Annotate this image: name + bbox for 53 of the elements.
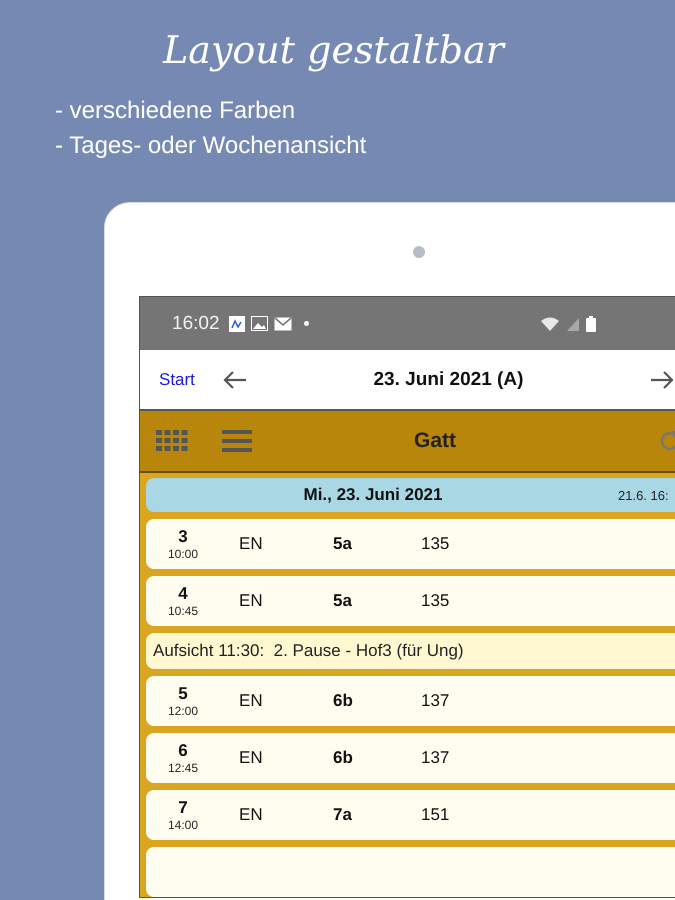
back-arrow-icon[interactable] bbox=[222, 370, 247, 390]
duty-card[interactable]: Aufsicht 11:30: 2. Pause - Hof3 (für Ung) bbox=[146, 633, 675, 669]
subject: EN bbox=[238, 805, 263, 825]
lesson-card[interactable]: 5 12:00 EN 6b 137 bbox=[146, 676, 675, 726]
subject: EN bbox=[238, 748, 263, 768]
subject: EN bbox=[238, 591, 263, 611]
class-name: 6b bbox=[332, 691, 353, 711]
room-number: 137 bbox=[420, 748, 450, 768]
lesson-card[interactable]: 3 10:00 EN 5a 135 bbox=[146, 519, 675, 569]
class-name: 5a bbox=[332, 591, 352, 611]
period-number: 7 bbox=[178, 798, 188, 818]
subject: EN bbox=[238, 534, 263, 554]
start-link[interactable]: Start bbox=[159, 370, 195, 390]
feature-text: - verschiedene Farben bbox=[55, 96, 296, 125]
room-number: 135 bbox=[420, 534, 450, 554]
period-number: 6 bbox=[178, 741, 188, 761]
day-date: Mi., 23. Juni 2021 bbox=[302, 485, 444, 505]
lesson-card[interactable]: 7 14:00 EN 7a 151 bbox=[146, 790, 675, 840]
headline: Layout gestaltbar bbox=[162, 27, 507, 72]
battery-icon bbox=[586, 316, 596, 332]
dot-icon bbox=[304, 321, 309, 326]
period-number: 3 bbox=[178, 527, 188, 547]
period-time: 10:00 bbox=[168, 547, 198, 561]
duty-text: Aufsicht 11:30: 2. Pause - Hof3 (für Ung) bbox=[153, 641, 464, 661]
subject: EN bbox=[238, 691, 263, 711]
lesson-card[interactable]: 4 10:45 EN 5a 135 bbox=[146, 576, 675, 626]
room-number: 137 bbox=[420, 691, 450, 711]
mail-icon bbox=[274, 316, 292, 331]
status-time: 16:02 bbox=[172, 312, 220, 335]
room-number: 151 bbox=[420, 805, 450, 825]
period-time: 10:45 bbox=[168, 604, 198, 618]
class-name: 6b bbox=[332, 748, 353, 768]
signal-icon bbox=[566, 316, 580, 331]
camera-dot bbox=[413, 246, 425, 258]
grid-icon[interactable] bbox=[156, 430, 188, 452]
period-time: 14:00 bbox=[168, 818, 198, 832]
date-title: 23. Juni 2021 (A) bbox=[372, 368, 524, 391]
forward-arrow-icon[interactable] bbox=[650, 370, 674, 390]
image-icon bbox=[250, 316, 268, 332]
room-number: 135 bbox=[420, 591, 450, 611]
feature-text: - Tages- oder Wochenansicht bbox=[55, 131, 368, 160]
menu-icon[interactable] bbox=[222, 430, 252, 452]
update-time-text: 21.6. 16: bbox=[618, 488, 669, 502]
period-time: 12:45 bbox=[168, 761, 198, 775]
lesson-card[interactable]: 6 12:45 EN 6b 137 bbox=[146, 733, 675, 783]
class-name: 7a bbox=[332, 805, 352, 825]
period-number: 5 bbox=[178, 684, 188, 704]
wifi-icon bbox=[540, 316, 560, 332]
period-time: 12:00 bbox=[168, 704, 198, 718]
class-name: 5a bbox=[332, 534, 352, 554]
app-notification-icon bbox=[228, 316, 245, 332]
teacher-name: Gatt bbox=[413, 429, 457, 454]
period-number: 4 bbox=[178, 584, 188, 604]
